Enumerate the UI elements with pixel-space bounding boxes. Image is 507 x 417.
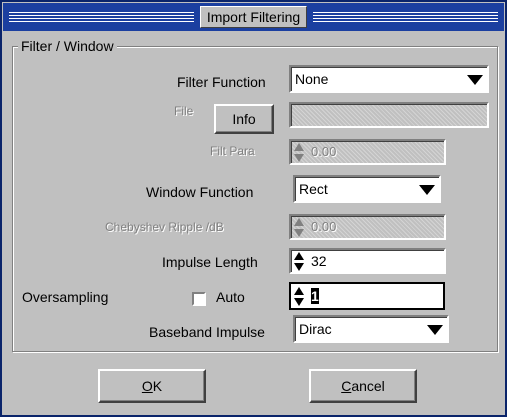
impulse-length-label: Impulse Length <box>162 254 258 270</box>
filter-function-select[interactable]: None <box>289 65 489 93</box>
file-field[interactable] <box>289 102 489 128</box>
chebyshev-value: 0.00 <box>311 219 337 234</box>
import-filtering-dialog: Import Filtering Filter / Window Filter … <box>0 0 507 417</box>
dropdown-arrow-icon[interactable] <box>419 185 435 195</box>
ok-button[interactable]: OK <box>98 369 206 403</box>
oversampling-field[interactable]: 1 <box>289 282 445 310</box>
file-label: File <box>174 104 194 118</box>
filt-para-field[interactable]: 0.00 <box>289 139 446 165</box>
chebyshev-ripple-label: Chebyshev Ripple /dB <box>105 220 224 234</box>
ok-mnemonic: O <box>141 378 153 394</box>
chebyshev-spin-icon[interactable] <box>293 216 305 240</box>
baseband-impulse-value: Dirac <box>299 321 332 337</box>
oversampling-value: 1 <box>311 288 319 304</box>
title-bar-stripes-left <box>9 12 194 22</box>
title-bar[interactable]: Import Filtering <box>3 3 504 31</box>
window-title: Import Filtering <box>199 6 308 28</box>
baseband-impulse-label: Baseband Impulse <box>149 324 265 340</box>
impulse-length-spin-icon[interactable] <box>293 250 305 274</box>
auto-checkbox[interactable] <box>192 292 206 306</box>
oversampling-spin-icon[interactable] <box>293 285 305 309</box>
window-function-select[interactable]: Rect <box>293 175 441 203</box>
filter-function-value: None <box>295 71 329 87</box>
title-bar-stripes-right <box>313 12 499 22</box>
auto-checkbox-label[interactable]: Auto <box>216 289 245 305</box>
info-button[interactable]: Info <box>214 104 274 134</box>
window-function-value: Rect <box>299 181 328 197</box>
oversampling-label: Oversampling <box>22 289 109 305</box>
cancel-button[interactable]: Cancel <box>309 369 417 403</box>
dropdown-arrow-icon[interactable] <box>427 325 443 335</box>
filt-para-spin-icon[interactable] <box>293 141 305 165</box>
group-label: Filter / Window <box>18 38 117 54</box>
cancel-label-rest: ancel <box>351 378 385 394</box>
impulse-length-value: 32 <box>311 253 327 269</box>
chebyshev-ripple-field[interactable]: 0.00 <box>289 214 446 240</box>
impulse-length-field[interactable]: 32 <box>289 248 446 274</box>
dropdown-arrow-icon[interactable] <box>467 75 483 85</box>
baseband-impulse-select[interactable]: Dirac <box>293 315 449 343</box>
filter-function-label: Filter Function <box>177 74 266 90</box>
window-function-label: Window Function <box>146 184 254 200</box>
ok-label-rest: K <box>152 378 163 394</box>
filt-para-label: Filt Para <box>210 144 255 158</box>
filt-para-value: 0.00 <box>311 144 337 159</box>
cancel-mnemonic: C <box>341 378 352 394</box>
